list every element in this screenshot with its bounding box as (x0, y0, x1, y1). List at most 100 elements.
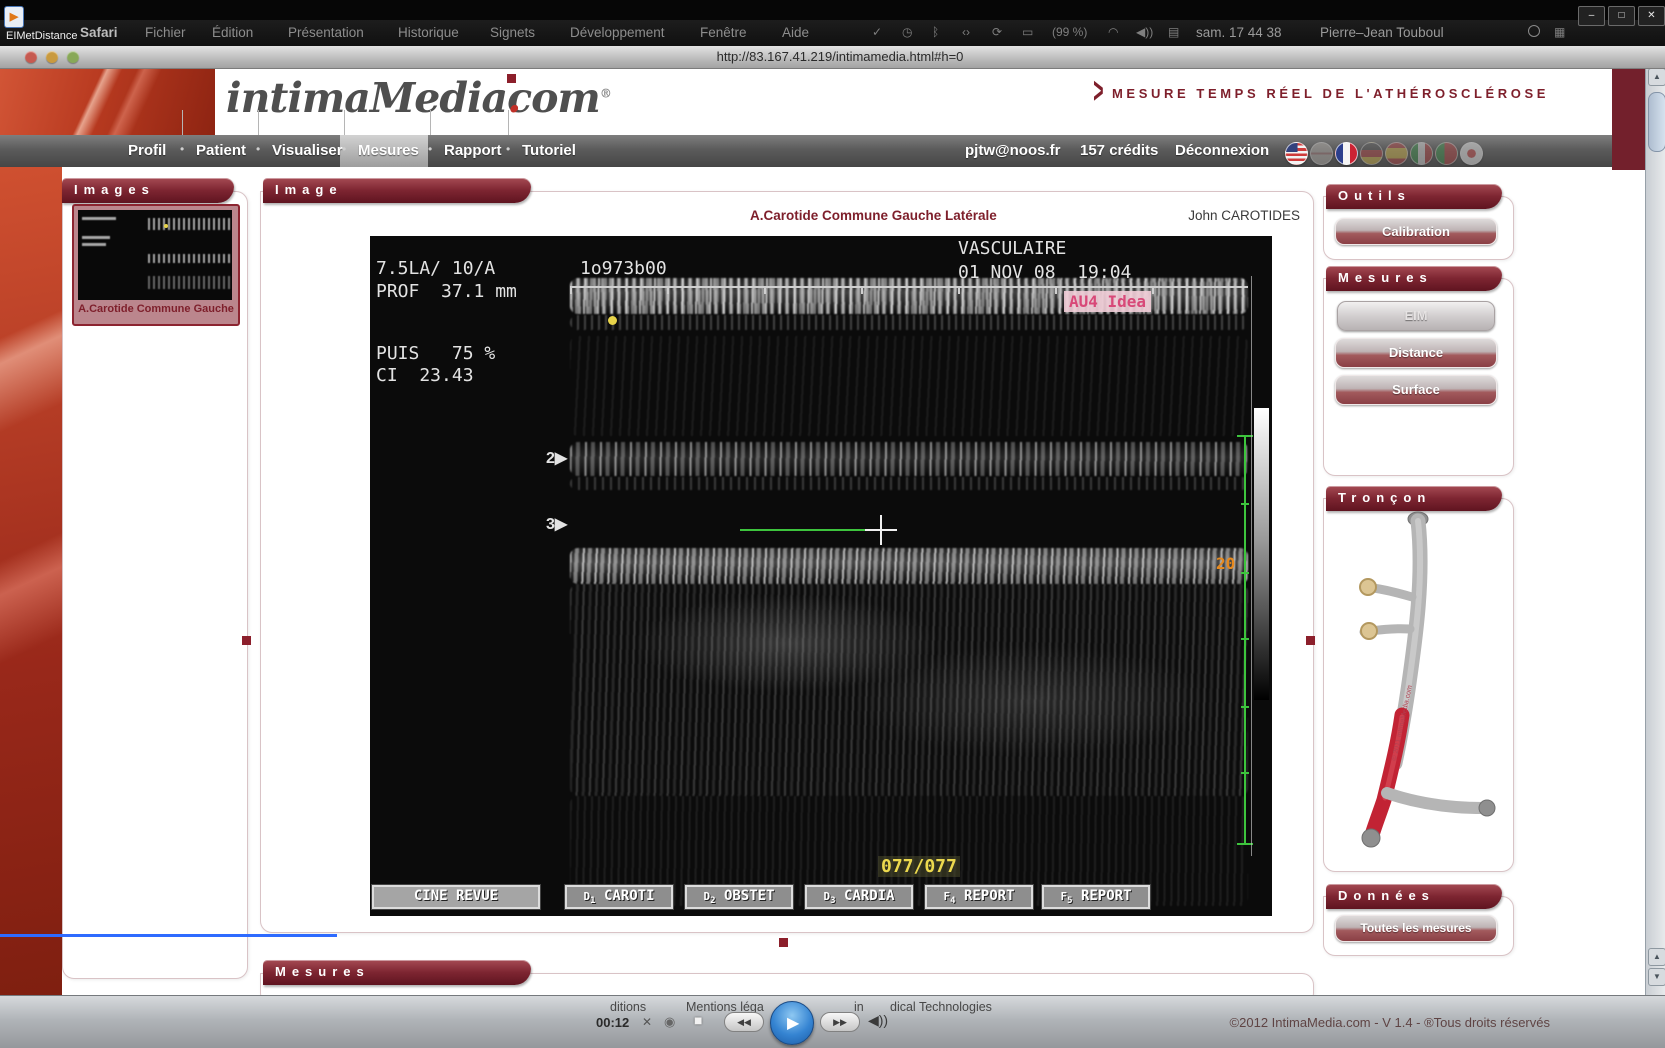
logo-registered-mark: ® (600, 86, 611, 100)
logo-dot: . (507, 74, 516, 83)
maximize-button[interactable]: □ (1608, 6, 1635, 26)
artery-ring-marker (1360, 579, 1376, 595)
battery-percent: (99 %) (1052, 25, 1087, 39)
browser-scrollbar[interactable]: ▲ ▲ ▼ (1645, 46, 1665, 995)
display-icon[interactable]: ▭ (1022, 25, 1033, 39)
us-top-ruler-ticks (570, 288, 1248, 294)
measurement-line[interactable] (740, 529, 880, 531)
splitter-handle-left[interactable] (242, 636, 251, 645)
volume-icon[interactable]: ◀)) (1136, 25, 1153, 39)
scroll-up-button-bottom[interactable]: ▲ (1648, 948, 1665, 966)
traffic-close-button[interactable] (25, 51, 37, 63)
nav-visualiser[interactable]: Visualiser (272, 142, 343, 159)
menu-safari[interactable]: Safari (80, 25, 118, 40)
eim-button[interactable]: EIM (1337, 301, 1495, 331)
us-ci-label: CI 23.43 (376, 365, 474, 386)
forward-button[interactable]: ▶▶ (820, 1012, 860, 1032)
search-icon[interactable] (1528, 25, 1540, 37)
us-right-edge-line (1251, 276, 1252, 856)
menu-aide[interactable]: Aide (782, 25, 809, 40)
recorder-titlebar: Safari Fichier Édition Présentation Hist… (0, 0, 1665, 46)
all-measures-button[interactable]: Toutes les mesures (1335, 915, 1497, 942)
menu-fichier[interactable]: Fichier (145, 25, 186, 40)
menubar-user[interactable]: Pierre–Jean Touboul (1320, 25, 1444, 40)
menu-fenetre[interactable]: Fenêtre (700, 25, 747, 40)
menu-signets[interactable]: Signets (490, 25, 535, 40)
us-datetime: 01 NOV 08 19:04 (958, 262, 1131, 283)
mac-menubar: Safari Fichier Édition Présentation Hist… (0, 20, 1665, 46)
nav-profil[interactable]: Profil (128, 142, 166, 159)
menubar-clock[interactable]: sam. 17 44 38 (1196, 25, 1282, 40)
us-marker-dot (608, 316, 617, 325)
menu-edition[interactable]: Édition (212, 25, 253, 40)
artery-diagram[interactable]: © 2011 intimaMedia.com (1332, 505, 1502, 865)
close-button[interactable]: ✕ (1638, 6, 1665, 26)
frame-counter: 077/077 (878, 856, 960, 877)
play-button[interactable]: ▶ (770, 1001, 814, 1045)
distance-button[interactable]: Distance (1335, 338, 1497, 368)
menu-presentation[interactable]: Présentation (288, 25, 364, 40)
splitter-handle-right[interactable] (1306, 636, 1315, 645)
code-icon[interactable]: ‹› (962, 25, 970, 39)
notes-menu-icon[interactable]: ▤ (1168, 25, 1179, 39)
header-separator (430, 110, 431, 135)
nav-tutoriel[interactable]: Tutoriel (522, 142, 576, 159)
spaces-grid-icon[interactable]: ▦ (1554, 25, 1565, 39)
flag-italy-icon[interactable] (1410, 142, 1433, 165)
flag-japan-icon[interactable] (1460, 142, 1483, 165)
flag-spain-icon[interactable] (1385, 142, 1408, 165)
header-separator (182, 110, 183, 135)
wifi-icon[interactable]: ◠ (1108, 25, 1118, 39)
flag-france-icon[interactable] (1335, 142, 1358, 165)
scroll-down-button[interactable]: ▼ (1648, 968, 1665, 986)
menu-developpement[interactable]: Développement (570, 25, 665, 40)
crosshair-v[interactable] (880, 515, 882, 545)
measures-bottom-tab: Mesures (263, 960, 531, 985)
player-close-icon[interactable]: ✕ (642, 1015, 652, 1029)
nav-mesures[interactable]: Mesures (358, 142, 419, 159)
us-button-report-4: F4 REPORT (925, 885, 1033, 909)
status-check-icon[interactable]: ✓ (872, 25, 882, 39)
scroll-thumb[interactable] (1648, 92, 1665, 152)
page-right-maroon-edge (1612, 68, 1645, 170)
image-thumbnail-card[interactable]: A.Carotide Commune Gauche (72, 204, 240, 326)
depth-scale-line (1244, 435, 1246, 845)
stop-button[interactable]: ■ (694, 1012, 702, 1028)
user-email[interactable]: pjtw@noos.fr (965, 142, 1060, 159)
us-button-cardia: D3 CARDIA (805, 885, 913, 909)
image-thumbnail[interactable] (78, 210, 232, 300)
url-field[interactable]: http://83.167.41.219/intimamedia.html#h=… (500, 49, 1180, 65)
flag-us-icon[interactable] (1285, 142, 1308, 165)
scroll-up-button[interactable]: ▲ (1648, 68, 1665, 86)
bluetooth-icon[interactable]: ᛒ (932, 25, 939, 39)
traffic-zoom-button[interactable] (67, 51, 79, 63)
flag-germany-icon[interactable] (1360, 142, 1383, 165)
playback-time: 00:12 (596, 1015, 629, 1030)
nav-patient[interactable]: Patient (196, 142, 246, 159)
image-title: A.Carotide Commune Gauche Latérale (750, 208, 997, 223)
player-record-icon[interactable]: ◉ (664, 1014, 675, 1030)
flag-portugal-icon[interactable] (1435, 142, 1458, 165)
rewind-button[interactable]: ◀◀ (724, 1012, 764, 1032)
video-progress-line (0, 934, 337, 937)
nav-rapport[interactable]: Rapport (444, 142, 502, 159)
thumbnail-caption: A.Carotide Commune Gauche (74, 303, 238, 315)
player-volume-icon[interactable]: ◀)) (868, 1012, 888, 1029)
menu-historique[interactable]: Historique (398, 25, 459, 40)
nav-separator-dot: • (180, 142, 184, 156)
surface-button[interactable]: Surface (1335, 375, 1497, 405)
ultrasound-image[interactable]: 7.5LA/ 10/A PROF 37.1 mm PUIS 75 % CI 23… (370, 236, 1272, 916)
sync-icon[interactable]: ⟳ (992, 25, 1002, 39)
traffic-minimize-button[interactable] (46, 51, 58, 63)
mesures-panel-tab: Mesures (1326, 266, 1502, 291)
minimize-button[interactable]: – (1578, 6, 1605, 26)
status-clock-icon[interactable]: ◷ (902, 25, 912, 39)
calibration-button[interactable]: Calibration (1335, 218, 1497, 245)
logo-text: intimaMedia (226, 74, 507, 122)
site-logo[interactable]: intimaMedia.com® (226, 74, 611, 122)
splitter-handle-bottom[interactable] (779, 938, 788, 947)
left-red-background (0, 167, 62, 995)
logout-link[interactable]: Déconnexion (1175, 142, 1269, 159)
us-depth-label: PROF 37.1 mm (376, 281, 517, 302)
flag-uk-icon[interactable] (1310, 142, 1333, 165)
